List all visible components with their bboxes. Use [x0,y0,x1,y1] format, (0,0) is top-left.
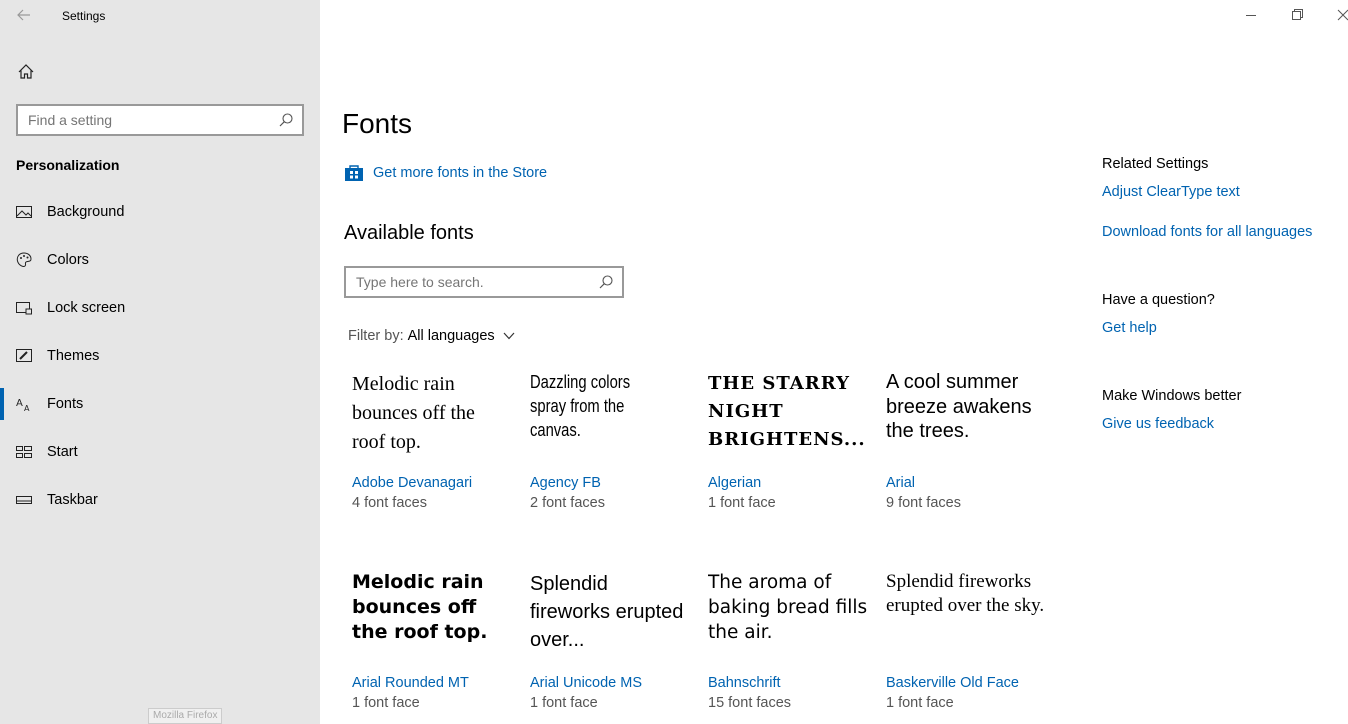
language-filter[interactable]: Filter by: All languages [348,328,515,344]
sidebar-item-label: Themes [47,348,100,364]
font-card-algerian[interactable]: THE STARRY NIGHT BRIGHTENS... Algerian 1… [708,370,868,520]
start-icon [16,446,32,458]
font-faces: 15 font faces [708,695,792,711]
sidebar-item-lock-screen[interactable]: Lock screen [0,284,320,332]
store-link-label[interactable]: Get more fonts in the Store [373,165,547,181]
settings-search[interactable] [16,104,304,136]
nav-list: Background Colors Lock screen Themes AA … [0,188,320,524]
font-name[interactable]: Arial Rounded MT [352,675,469,691]
chevron-down-icon[interactable] [503,332,515,340]
available-fonts-title: Available fonts [344,222,474,244]
palette-icon [16,252,32,267]
font-name[interactable]: Arial Unicode MS [530,675,642,691]
app-title: Settings [62,9,106,23]
section-title: Personalization [16,157,120,173]
font-preview: Melodic rain bounces off the roof top. [352,373,475,453]
font-search-input[interactable] [346,268,586,296]
feedback-link[interactable]: Give us feedback [1102,416,1214,432]
font-search[interactable] [344,266,624,298]
sidebar-item-colors[interactable]: Colors [0,236,320,284]
back-button[interactable] [12,4,36,28]
sidebar-item-fonts[interactable]: AA Fonts [0,380,320,428]
font-name[interactable]: Agency FB [530,475,601,491]
font-preview: Splendid fireworks erupted over the sky. [886,571,1045,616]
font-faces: 2 font faces [530,495,605,511]
font-preview: A cool summer breeze awakens the trees. [886,371,1032,442]
restore-icon [1292,9,1303,20]
sidebar-item-start[interactable]: Start [0,428,320,476]
minimize-button[interactable] [1228,0,1274,30]
home-button[interactable] [14,60,38,84]
download-fonts-link[interactable]: Download fonts for all languages [1102,224,1312,240]
settings-search-input[interactable] [18,106,268,134]
sidebar-item-label: Taskbar [47,492,98,508]
font-card-arial[interactable]: A cool summer breeze awakens the trees. … [886,370,1046,520]
close-icon [1337,9,1348,21]
font-faces: 1 font face [530,695,598,711]
sidebar-item-label: Background [47,204,125,220]
font-card-arial-rounded-mt[interactable]: Melodic rain bounces off the roof top. A… [352,570,512,720]
svg-text:A: A [16,398,23,409]
restore-button[interactable] [1274,0,1320,30]
sidebar-item-themes[interactable]: Themes [0,332,320,380]
lock-screen-icon [16,302,32,315]
sidebar-item-taskbar[interactable]: Taskbar [0,476,320,524]
brush-icon [16,349,32,362]
cleartype-link[interactable]: Adjust ClearType text [1102,184,1240,200]
font-preview: THE STARRY NIGHT BRIGHTENS... [708,373,866,450]
font-faces: 4 font faces [352,495,427,511]
sidebar: Settings Personalization Background Colo… [0,0,320,724]
font-card-adobe-devanagari[interactable]: Melodic rain bounces off the roof top. A… [352,370,512,520]
picture-icon [16,206,32,218]
title-bar: Settings [0,0,320,32]
minimize-icon [1246,15,1256,16]
font-name[interactable]: Adobe Devanagari [352,475,472,491]
font-card-arial-unicode-ms[interactable]: Splendid fireworks erupted over... Arial… [530,570,690,720]
close-button[interactable] [1320,0,1348,30]
back-arrow-icon [17,9,30,21]
font-faces: 1 font face [352,695,420,711]
taskbar-tooltip: Mozilla Firefox [148,708,223,724]
windows-better-heading: Make Windows better [1102,388,1242,404]
font-preview: Melodic rain bounces off the roof top. [352,571,488,643]
filter-value[interactable]: All languages [408,328,495,344]
get-help-link[interactable]: Get help [1102,320,1157,336]
font-card-baskerville-old-face[interactable]: Splendid fireworks erupted over the sky.… [886,570,1046,720]
taskbar-icon [16,496,32,504]
font-preview: The aroma of baking bread fills the air. [708,572,868,643]
sidebar-item-label: Start [47,444,78,460]
store-link[interactable]: Get more fonts in the Store [344,163,547,183]
sidebar-item-background[interactable]: Background [0,188,320,236]
search-icon[interactable] [278,112,294,128]
svg-text:A: A [24,404,30,412]
related-settings-heading: Related Settings [1102,156,1209,172]
question-heading: Have a question? [1102,292,1215,308]
font-card-bahnschrift[interactable]: The aroma of baking bread fills the air.… [708,570,868,720]
font-faces: 1 font face [708,495,776,511]
font-name[interactable]: Baskerville Old Face [886,675,1019,691]
store-icon [345,165,363,181]
font-name[interactable]: Arial [886,475,915,491]
font-name[interactable]: Bahnschrift [708,675,781,691]
search-icon[interactable] [598,274,614,290]
font-faces: 1 font face [886,695,954,711]
font-faces: 9 font faces [886,495,961,511]
home-icon [18,64,34,79]
font-card-agency-fb[interactable]: Dazzling colors spray from the canvas. A… [530,370,690,520]
font-preview: Splendid fireworks erupted over... [530,573,684,651]
font-name[interactable]: Algerian [708,475,761,491]
sidebar-item-label: Fonts [47,396,84,412]
fonts-icon: AA [16,398,30,412]
page-title: Fonts [342,108,413,139]
sidebar-item-label: Lock screen [47,300,126,316]
filter-label: Filter by: [348,328,404,344]
font-preview: Dazzling colors spray from the canvas. [530,372,631,440]
sidebar-item-label: Colors [47,252,89,268]
